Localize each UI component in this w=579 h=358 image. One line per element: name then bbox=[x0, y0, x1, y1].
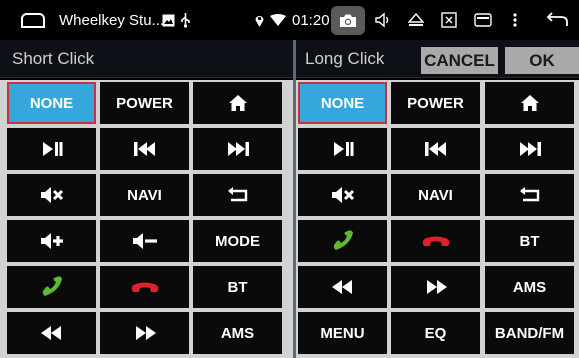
button-label: BT bbox=[519, 232, 540, 250]
short-click-play-pause-button[interactable] bbox=[7, 128, 96, 170]
button-label: BAND/FM bbox=[494, 324, 565, 342]
button-label: EQ bbox=[424, 324, 447, 342]
short-click-volume-down-button[interactable] bbox=[100, 220, 189, 262]
button-label: NAVI bbox=[418, 186, 453, 204]
short-click-previous-track-button[interactable] bbox=[100, 128, 189, 170]
phone-answer-icon bbox=[41, 276, 63, 298]
window-icon[interactable] bbox=[474, 0, 492, 40]
button-label: NONE bbox=[320, 94, 365, 112]
long-click-home-button[interactable] bbox=[485, 82, 574, 124]
long-click-next-track-button[interactable] bbox=[485, 128, 574, 170]
short-click-power-button[interactable]: POWER bbox=[100, 82, 189, 124]
previous-track-icon bbox=[424, 140, 448, 158]
volume-icon[interactable] bbox=[374, 0, 390, 40]
button-label: AMS bbox=[512, 278, 547, 296]
long-click-fast-forward-button[interactable] bbox=[391, 266, 480, 308]
home-icon bbox=[519, 93, 541, 113]
long-click-bt-button[interactable]: BT bbox=[485, 220, 574, 262]
close-window-icon[interactable] bbox=[441, 0, 457, 40]
long-click-phone-answer-button[interactable] bbox=[298, 220, 387, 262]
status-bar: Wheelkey Stu... 01:20 bbox=[0, 0, 579, 40]
clock: 01:20 bbox=[292, 11, 330, 29]
play-pause-icon bbox=[332, 140, 354, 158]
short-click-ams-button[interactable]: AMS bbox=[193, 312, 282, 354]
short-click-label: Short Click bbox=[12, 48, 95, 68]
mute-icon bbox=[40, 185, 64, 205]
next-track-icon bbox=[226, 140, 250, 158]
rewind-icon bbox=[330, 278, 356, 296]
long-click-play-pause-button[interactable] bbox=[298, 128, 387, 170]
button-label: MODE bbox=[215, 232, 260, 250]
long-click-ams-button[interactable]: AMS bbox=[485, 266, 574, 308]
back-arrow-icon[interactable] bbox=[545, 0, 569, 40]
short-click-phone-answer-button[interactable] bbox=[7, 266, 96, 308]
short-click-back-return-button[interactable] bbox=[193, 174, 282, 216]
volume-up-icon bbox=[40, 231, 64, 251]
long-click-mute-button[interactable] bbox=[298, 174, 387, 216]
long-click-phone-hangup-button[interactable] bbox=[391, 220, 480, 262]
image-notification-icon bbox=[162, 0, 175, 40]
eject-icon[interactable] bbox=[408, 0, 424, 40]
app-title: Wheelkey Stu... bbox=[59, 11, 165, 29]
ok-button[interactable]: OK bbox=[505, 47, 579, 74]
mute-icon bbox=[331, 185, 355, 205]
usb-icon bbox=[180, 0, 191, 40]
screenshot-camera-icon[interactable] bbox=[331, 6, 365, 35]
long-click-none-button[interactable]: NONE bbox=[298, 82, 387, 124]
previous-track-icon bbox=[133, 140, 157, 158]
short-click-mute-button[interactable] bbox=[7, 174, 96, 216]
home-icon bbox=[227, 93, 249, 113]
short-click-home-button[interactable] bbox=[193, 82, 282, 124]
rewind-icon bbox=[39, 324, 65, 342]
wifi-icon bbox=[270, 0, 286, 40]
volume-down-icon bbox=[132, 231, 158, 251]
play-pause-icon bbox=[41, 140, 63, 158]
short-click-phone-hangup-button[interactable] bbox=[100, 266, 189, 308]
button-label: BT bbox=[227, 278, 248, 296]
button-label: POWER bbox=[116, 94, 173, 112]
back-return-icon bbox=[518, 186, 542, 204]
long-click-back-return-button[interactable] bbox=[485, 174, 574, 216]
short-click-navi-button[interactable]: NAVI bbox=[100, 174, 189, 216]
next-track-icon bbox=[518, 140, 542, 158]
button-label: AMS bbox=[220, 324, 255, 342]
short-click-fast-forward-button[interactable] bbox=[100, 312, 189, 354]
short-click-header: Short Click bbox=[0, 40, 293, 78]
location-icon bbox=[254, 0, 265, 40]
fast-forward-icon bbox=[423, 278, 449, 296]
button-label: POWER bbox=[407, 94, 464, 112]
long-click-rewind-button[interactable] bbox=[298, 266, 387, 308]
short-click-mode-button[interactable]: MODE bbox=[193, 220, 282, 262]
cancel-button[interactable]: CANCEL bbox=[421, 47, 498, 74]
long-click-navi-button[interactable]: NAVI bbox=[391, 174, 480, 216]
phone-hangup-icon bbox=[130, 280, 160, 294]
short-click-next-track-button[interactable] bbox=[193, 128, 282, 170]
long-click-eq-button[interactable]: EQ bbox=[391, 312, 480, 354]
long-click-label: Long Click bbox=[305, 48, 385, 68]
short-click-bt-button[interactable]: BT bbox=[193, 266, 282, 308]
button-label: MENU bbox=[320, 324, 365, 342]
long-click-band-fm-button[interactable]: BAND/FM bbox=[485, 312, 574, 354]
phone-answer-icon bbox=[332, 230, 354, 252]
fast-forward-icon bbox=[132, 324, 158, 342]
recent-apps-icon[interactable] bbox=[20, 0, 46, 40]
button-label: NONE bbox=[29, 94, 74, 112]
back-return-icon bbox=[226, 186, 250, 204]
short-click-volume-up-button[interactable] bbox=[7, 220, 96, 262]
long-click-power-button[interactable]: POWER bbox=[391, 82, 480, 124]
long-click-menu-button[interactable]: MENU bbox=[298, 312, 387, 354]
more-options-icon[interactable] bbox=[513, 0, 517, 40]
short-click-none-button[interactable]: NONE bbox=[7, 82, 96, 124]
short-click-rewind-button[interactable] bbox=[7, 312, 96, 354]
button-label: NAVI bbox=[127, 186, 162, 204]
phone-hangup-icon bbox=[421, 234, 451, 248]
long-click-previous-track-button[interactable] bbox=[391, 128, 480, 170]
